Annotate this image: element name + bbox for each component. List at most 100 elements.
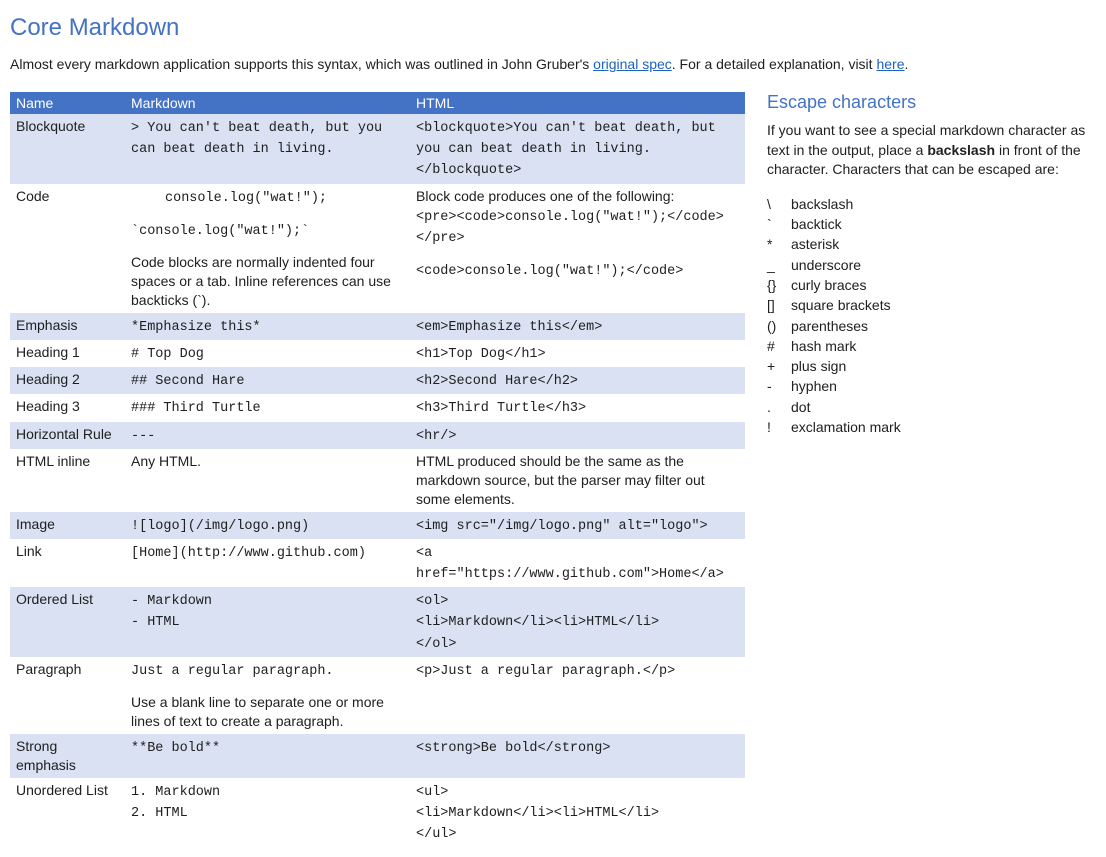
row-markdown: *Emphasize this* [125, 313, 410, 340]
col-header-html: HTML [410, 92, 745, 114]
row-name: Heading 1 [10, 340, 125, 367]
original-spec-link[interactable]: original spec [593, 56, 672, 72]
row-name: Horizontal Rule [10, 422, 125, 449]
row-name: Heading 2 [10, 367, 125, 394]
escape-char-item: {}curly braces [767, 275, 1096, 295]
markdown-reference-table: Name Markdown HTML Blockquote> You can't… [10, 92, 745, 847]
escape-char-list: \ backslash ` backtick * asterisk _ underscore{… [767, 194, 1096, 438]
table-row: Blockquote> You can't beat death, but yo… [10, 114, 745, 184]
row-markdown: Just a regular paragraph.Use a blank lin… [125, 657, 410, 734]
escape-label: asterisk [791, 234, 839, 254]
row-html: <ol><li>Markdown</li><li>HTML</li></ol> [410, 587, 745, 657]
row-markdown: console.log("wat!");`console.log("wat!")… [125, 184, 410, 313]
table-row: HTML inlineAny HTML.HTML produced should… [10, 449, 745, 512]
table-row: Heading 2## Second Hare<h2>Second Hare</… [10, 367, 745, 394]
row-name: Code [10, 184, 125, 313]
escape-symbol: + [767, 356, 781, 376]
escape-label: parentheses [791, 316, 868, 336]
escape-char-item: * asterisk [767, 234, 1096, 254]
row-markdown: ![logo](/img/logo.png) [125, 512, 410, 539]
table-row: Image![logo](/img/logo.png)<img src="/im… [10, 512, 745, 539]
row-html: <a href="https://www.github.com">Home</a… [410, 539, 745, 587]
escape-char-item: () parentheses [767, 316, 1096, 336]
escape-label: square brackets [791, 295, 891, 315]
escape-char-item: _ underscore [767, 255, 1096, 275]
here-link[interactable]: here [876, 56, 904, 72]
row-markdown: Any HTML. [125, 449, 410, 512]
table-row: Ordered List- Markdown- HTML<ol><li>Mark… [10, 587, 745, 657]
row-markdown: - Markdown- HTML [125, 587, 410, 657]
row-markdown: [Home](http://www.github.com) [125, 539, 410, 587]
row-html: <blockquote>You can't beat death, but yo… [410, 114, 745, 184]
table-row: Unordered List1. Markdown2. HTML<ul><li>… [10, 778, 745, 848]
table-row: Codeconsole.log("wat!");`console.log("wa… [10, 184, 745, 313]
row-name: Unordered List [10, 778, 125, 848]
intro-text: . For a detailed explanation, visit [672, 56, 877, 72]
escape-char-item: .dot [767, 397, 1096, 417]
escape-char-item: ` backtick [767, 214, 1096, 234]
sidebar-heading: Escape characters [767, 92, 1096, 113]
escape-char-item: \ backslash [767, 194, 1096, 214]
table-row: Heading 3### Third Turtle<h3>Third Turtl… [10, 394, 745, 421]
sidebar-bold: backslash [927, 142, 995, 158]
col-header-markdown: Markdown [125, 92, 410, 114]
row-html: <em>Emphasize this</em> [410, 313, 745, 340]
escape-symbol: ` [767, 214, 781, 234]
row-markdown: 1. Markdown2. HTML [125, 778, 410, 848]
row-name: Ordered List [10, 587, 125, 657]
escape-char-item: [] square brackets [767, 295, 1096, 315]
row-html: HTML produced should be the same as the … [410, 449, 745, 512]
escape-label: plus sign [791, 356, 846, 376]
table-row: Emphasis*Emphasize this*<em>Emphasize th… [10, 313, 745, 340]
table-row: Horizontal Rule---<hr/> [10, 422, 745, 449]
table-row: Link[Home](http://www.github.com)<a href… [10, 539, 745, 587]
row-name: Image [10, 512, 125, 539]
escape-label: underscore [791, 255, 861, 275]
escape-symbol: () [767, 316, 781, 336]
escape-label: exclamation mark [791, 417, 901, 437]
row-name: Blockquote [10, 114, 125, 184]
escape-symbol: - [767, 376, 781, 396]
row-markdown: --- [125, 422, 410, 449]
escape-char-item: # hash mark [767, 336, 1096, 356]
table-row: Strong emphasis**Be bold**<strong>Be bol… [10, 734, 745, 778]
escape-char-item: ! exclamation mark [767, 417, 1096, 437]
escape-symbol: _ [767, 255, 781, 275]
escape-label: hyphen [791, 376, 837, 396]
escape-symbol: ! [767, 417, 781, 437]
row-html: <img src="/img/logo.png" alt="logo"> [410, 512, 745, 539]
row-name: Link [10, 539, 125, 587]
row-name: Heading 3 [10, 394, 125, 421]
escape-symbol: . [767, 397, 781, 417]
escape-symbol: * [767, 234, 781, 254]
row-name: Emphasis [10, 313, 125, 340]
row-markdown: ## Second Hare [125, 367, 410, 394]
sidebar-paragraph: If you want to see a special markdown ch… [767, 121, 1096, 180]
intro-text: . [904, 56, 908, 72]
row-html: <h1>Top Dog</h1> [410, 340, 745, 367]
escape-symbol: [] [767, 295, 781, 315]
row-html: <p>Just a regular paragraph.</p> [410, 657, 745, 734]
row-markdown: ### Third Turtle [125, 394, 410, 421]
sidebar: Escape characters If you want to see a s… [767, 92, 1096, 437]
escape-label: backslash [791, 194, 853, 214]
page-title: Core Markdown [10, 14, 1096, 42]
row-markdown: **Be bold** [125, 734, 410, 778]
table-row: ParagraphJust a regular paragraph.Use a … [10, 657, 745, 734]
row-name: HTML inline [10, 449, 125, 512]
row-markdown: # Top Dog [125, 340, 410, 367]
row-html: <h3>Third Turtle</h3> [410, 394, 745, 421]
escape-symbol: \ [767, 194, 781, 214]
escape-label: backtick [791, 214, 842, 234]
escape-char-item: + plus sign [767, 356, 1096, 376]
intro-text: Almost every markdown application suppor… [10, 56, 593, 72]
row-name: Strong emphasis [10, 734, 125, 778]
escape-label: curly braces [791, 275, 866, 295]
col-header-name: Name [10, 92, 125, 114]
table-row: Heading 1# Top Dog<h1>Top Dog</h1> [10, 340, 745, 367]
escape-char-item: -hyphen [767, 376, 1096, 396]
escape-label: hash mark [791, 336, 856, 356]
row-name: Paragraph [10, 657, 125, 734]
escape-symbol: # [767, 336, 781, 356]
row-markdown: > You can't beat death, but you can beat… [125, 114, 410, 184]
